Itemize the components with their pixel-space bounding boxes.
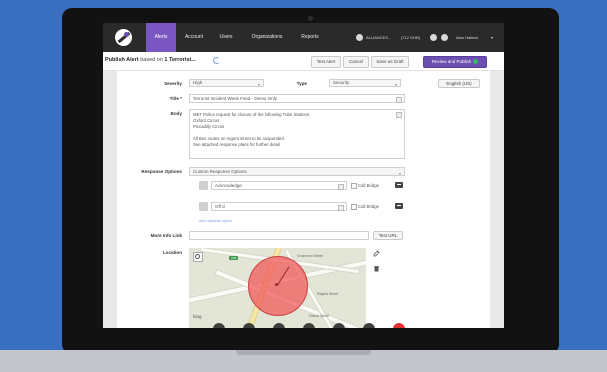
call-bridge-label: Call Bridge — [358, 183, 380, 188]
radius-center-marker[interactable] — [275, 283, 278, 286]
remove-option-button[interactable] — [395, 203, 403, 209]
chevron-down-icon: ▾ — [394, 82, 397, 87]
trash-icon[interactable] — [373, 265, 380, 272]
type-value: Security — [333, 80, 350, 85]
road-shield: A40 — [229, 256, 239, 260]
minus-icon — [397, 205, 401, 206]
tab-users[interactable]: Users — [213, 23, 239, 52]
body-text: MET Police request for closure of the fo… — [193, 112, 311, 147]
option-value-2: Off d — [215, 204, 225, 209]
tab-reports[interactable]: Reports — [295, 23, 325, 52]
body-label: Body — [170, 111, 182, 116]
dock-icon[interactable] — [213, 323, 225, 328]
template-name: 1 Terrorist... — [164, 57, 196, 63]
count-label: (712 OHB) — [401, 35, 421, 40]
title-value: Terrorist Incident Week Fired - Demo Onl… — [193, 96, 277, 101]
title-label: Title * — [169, 96, 182, 101]
top-nav: Alerts Account Users Organizations Repor… — [103, 23, 504, 52]
map-label: Regent Street — [317, 292, 338, 296]
help-icon[interactable] — [441, 34, 448, 41]
save-draft-button[interactable]: Save as Draft — [371, 56, 409, 68]
chevron-down-icon: ▾ — [257, 82, 260, 87]
dock-icon[interactable] — [333, 323, 345, 328]
cancel-button[interactable]: Cancel — [343, 56, 369, 68]
alert-radius-circle[interactable] — [248, 256, 308, 316]
review-publish-button[interactable]: Review and Publish — [423, 56, 487, 68]
user-label[interactable]: Alan Halleck — [456, 23, 478, 52]
tab-alerts[interactable]: Alerts — [146, 23, 176, 52]
refresh-icon[interactable] — [213, 57, 220, 64]
review-publish-label: Review and Publish — [431, 59, 472, 64]
settings-gear-icon[interactable] — [356, 34, 363, 41]
type-select[interactable]: Security ▾ — [329, 79, 401, 87]
dock-icon[interactable] — [363, 323, 375, 328]
based-on-text: based on — [140, 57, 163, 63]
remove-option-button[interactable] — [395, 182, 403, 188]
test-url-button[interactable]: Test URL — [373, 231, 403, 240]
drag-handle-icon[interactable] — [199, 181, 208, 190]
response-options-select[interactable]: Custom Response Options ▾ — [189, 167, 405, 176]
language-button[interactable]: English (US) — [438, 79, 480, 88]
response-options-value: Custom Response Options — [193, 169, 247, 174]
dock-icon[interactable] — [243, 323, 255, 328]
clear-icon[interactable] — [396, 97, 402, 103]
type-label: Type — [296, 81, 307, 86]
option-value-1: Acknowledge — [215, 183, 242, 188]
add-option-link[interactable]: Add response option — [199, 219, 232, 223]
dock-icon[interactable] — [303, 323, 315, 328]
severity-select[interactable]: High ▾ — [189, 79, 264, 87]
logo-icon[interactable] — [115, 29, 132, 46]
map-label: Grosvenor Street — [297, 254, 323, 258]
title-input[interactable]: Terrorist Incident Week Fired - Demo Onl… — [189, 94, 405, 103]
more-info-label: More Info Link — [150, 233, 182, 238]
call-bridge-label: Call Bridge — [358, 204, 380, 209]
status-dot-icon — [473, 59, 479, 65]
right-gutter — [490, 71, 504, 328]
edit-icon[interactable] — [373, 250, 380, 257]
clear-icon[interactable] — [396, 112, 402, 118]
dock-icon[interactable] — [273, 323, 285, 328]
severity-value: High — [193, 80, 203, 85]
zoom-icon[interactable] — [193, 252, 203, 262]
user-chevron-icon[interactable]: ▾ — [491, 23, 493, 52]
chevron-down-icon: ▾ — [398, 171, 401, 176]
severity-label: Severity — [164, 81, 182, 86]
bing-logo: bing — [193, 314, 202, 319]
body-textarea[interactable]: MET Police request for closure of the fo… — [189, 109, 405, 159]
drag-handle-icon[interactable] — [199, 202, 208, 211]
logo-dot — [124, 32, 129, 37]
laptop-lip — [236, 350, 371, 355]
response-options-label: Response Options — [141, 169, 182, 174]
call-bridge-checkbox[interactable] — [351, 183, 357, 189]
gear-icon[interactable] — [430, 34, 437, 41]
page-header: Publish Alert based on 1 Terrorist... Te… — [103, 52, 504, 71]
test-alert-button[interactable]: Test Alert — [311, 56, 341, 68]
left-gutter — [103, 71, 117, 328]
clear-icon[interactable] — [338, 184, 344, 190]
clear-icon[interactable] — [338, 205, 344, 211]
map-label: Oxford Street — [309, 314, 330, 318]
dock-icon-red[interactable] — [393, 323, 405, 328]
tab-organizations[interactable]: Organizations — [243, 23, 291, 52]
bottom-dock — [213, 323, 413, 328]
call-bridge-checkbox[interactable] — [351, 204, 357, 210]
location-map[interactable]: Grosvenor Street Regent Street Oxford St… — [189, 248, 366, 328]
option-input-2[interactable]: Off d — [211, 202, 347, 211]
org-label[interactable]: ALLIANCES... — [366, 23, 391, 52]
location-label: Location — [162, 250, 182, 255]
page-title: Publish Alert based on 1 Terrorist... — [105, 57, 196, 63]
camera-icon — [308, 16, 313, 21]
tab-account[interactable]: Account — [179, 23, 209, 52]
title-prefix: Publish Alert — [105, 57, 139, 63]
minus-icon — [397, 184, 401, 185]
app-screen: Alerts Account Users Organizations Repor… — [103, 23, 504, 328]
more-info-input[interactable] — [189, 231, 369, 240]
option-input-1[interactable]: Acknowledge — [211, 181, 347, 190]
